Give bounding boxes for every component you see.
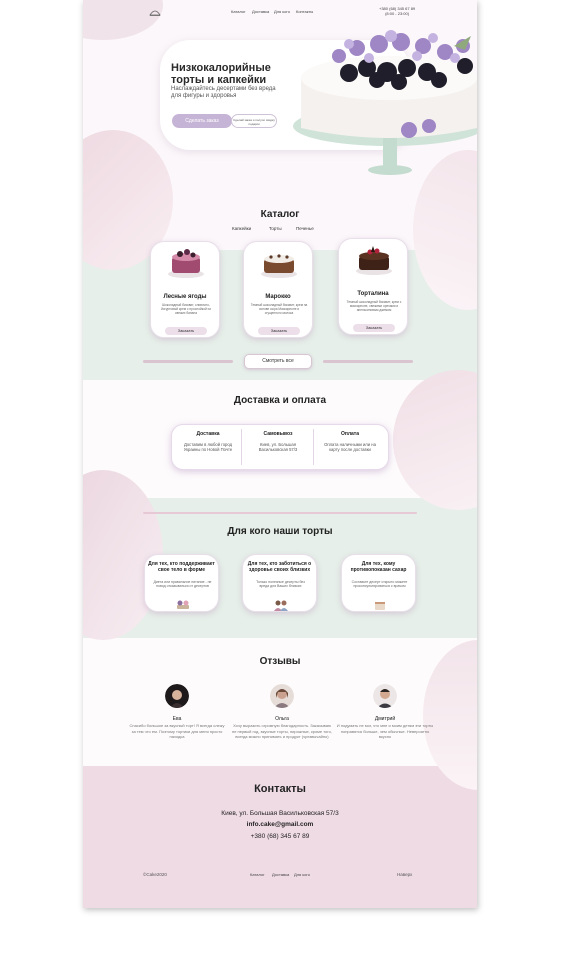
footer-link-audience[interactable]: Для кого [294, 872, 310, 877]
order-button[interactable]: Заказать [353, 324, 395, 332]
delivery-column-text: Доставим в любой город Украины по Новой … [183, 442, 233, 452]
footer-link-delivery[interactable]: Доставка [272, 872, 289, 877]
audience-card: Для тех, кто поддерживает свое тело в фо… [144, 554, 219, 612]
product-card[interactable]: Торталина Темный шоколадный бисквит, кре… [338, 238, 408, 335]
product-name: Лесные ягоды [163, 294, 207, 300]
delivery-title: Доставка и оплата [233, 395, 327, 406]
payment-column-text: Оплата наличными или на карту после дост… [324, 442, 376, 452]
berry-cake-image [168, 249, 204, 278]
audience-card: Для тех, кто заботиться о здоровье своих… [242, 554, 317, 612]
audience-title: Для кого наши торты [227, 526, 333, 537]
review-author: Ольга [275, 716, 289, 722]
product-name: Торталина [357, 291, 389, 297]
review-author: Дмитрий [374, 716, 396, 722]
review-item: Ольга Хочу выразить огромную благодарнос… [232, 684, 332, 740]
audience-card: Для тех, кому противопоказан сахар Соста… [341, 554, 416, 612]
review-item: Дмитрий И подумать не мог, что мне и мои… [335, 684, 435, 740]
audience-card-text: Составьте десерт открыто можете проконсу… [351, 580, 408, 589]
contacts-title: Контакты [254, 783, 306, 795]
working-hours: (8:00 - 23:00) [385, 11, 410, 16]
header-phone[interactable]: +380 (68) 345 67 89 (8:00 - 23:00) [379, 6, 415, 16]
nav-catalog[interactable]: Каталог [231, 9, 246, 14]
audience-card-text: Только полезные десерты без вреда для Ва… [256, 580, 305, 589]
reviews-title: Отзывы [259, 656, 301, 667]
pickup-column-title: Самовывоз [263, 431, 293, 437]
pickup-column: Самовывоз Киев, ул. Большая Васильковска… [248, 431, 308, 452]
tortalina-cake-image [356, 246, 392, 275]
nav-delivery[interactable]: Доставка [252, 9, 269, 14]
order-button[interactable]: Заказать [258, 327, 300, 335]
review-text: Хочу выразить огромную благодарность. За… [232, 723, 332, 739]
product-card[interactable]: Марокко Темный шоколадный бисквит, крем … [243, 241, 313, 338]
audience-card-title: Для тех, кому противопоказан сахар [350, 561, 407, 573]
product-name: Марокко [265, 294, 291, 300]
delivery-column: Доставка Доставим в любой город Украины … [178, 431, 238, 452]
nav-contacts[interactable]: Контакты [296, 9, 313, 14]
audience-card-title: Для тех, кто заботиться о здоровье своих… [247, 561, 312, 573]
cake-logo-icon[interactable] [149, 7, 161, 17]
column-divider [241, 429, 242, 465]
sport-icon [177, 600, 189, 609]
audience-card-title: Для тех, кто поддерживает свое тело в фо… [148, 561, 215, 573]
avatar [165, 684, 189, 708]
slider-track-right[interactable] [323, 360, 413, 363]
product-description: Темный шоколадный бисквит, крем на основ… [250, 303, 308, 315]
review-author: Ева [172, 716, 182, 722]
slider-track-left[interactable] [143, 360, 233, 363]
catalog-title: Каталог [260, 209, 300, 220]
copyright: ©Cake2020 [143, 872, 167, 877]
divider [143, 512, 417, 514]
footer-link-catalog[interactable]: Каталог [250, 872, 265, 877]
tab-cupcakes[interactable]: Капкейки [232, 226, 251, 231]
delivery-column-title: Доставка [196, 431, 220, 437]
tab-cakes[interactable]: Торты [269, 226, 282, 231]
scroll-top-link[interactable]: Наверх [397, 872, 412, 877]
avatar [373, 684, 397, 708]
product-description: Шоколадный бисквит, сливочно-йогуртовый … [161, 303, 211, 315]
contact-address: Киев, ул. Большая Васильковская 57/3 [221, 810, 339, 817]
review-text: Спасибо большое за вкусный торт! Я всегд… [129, 723, 225, 739]
avatar [270, 684, 294, 708]
review-text: И подумать не мог, что мне и моим детям … [336, 723, 434, 739]
order-button[interactable]: Заказать [165, 327, 207, 335]
payment-column-title: Оплата [340, 431, 360, 437]
contact-phone[interactable]: +380 (68) 345 67 89 [83, 833, 477, 840]
nav-audience[interactable]: Для кого [274, 9, 290, 14]
audience-card-text: Диета или правильное питание - не повод … [153, 580, 212, 589]
review-item: Ева Спасибо большое за вкусный торт! Я в… [127, 684, 227, 740]
contact-email[interactable]: info.cake@gmail.com [83, 821, 477, 828]
payment-column: Оплата Оплата наличными или на карту пос… [320, 431, 380, 452]
make-order-button[interactable]: Сделать заказ [172, 114, 232, 128]
product-card[interactable]: Лесные ягоды Шоколадный бисквит, сливочн… [150, 241, 220, 338]
column-divider [313, 429, 314, 465]
hero-cake-image [293, 30, 477, 175]
family-icon [274, 600, 288, 611]
landing-page: Каталог Доставка Для кого Контакты +380 … [83, 0, 477, 908]
sugar-icon [375, 602, 385, 610]
product-description: Темный шоколадный бисквит, крем с маскар… [346, 300, 402, 312]
order-discount-note: Сделай заказ и получи скидку подарок [231, 114, 277, 128]
tab-cookies[interactable]: Печенье [296, 226, 314, 231]
see-all-button[interactable]: Смотреть все [244, 354, 312, 369]
pickup-column-text: Киев, ул. Большая Васильковская 57/3 [258, 442, 298, 452]
hero-subtitle: Наслаждайтесь десертами без вреда для фи… [171, 86, 276, 99]
morocco-cake-image [261, 254, 297, 278]
